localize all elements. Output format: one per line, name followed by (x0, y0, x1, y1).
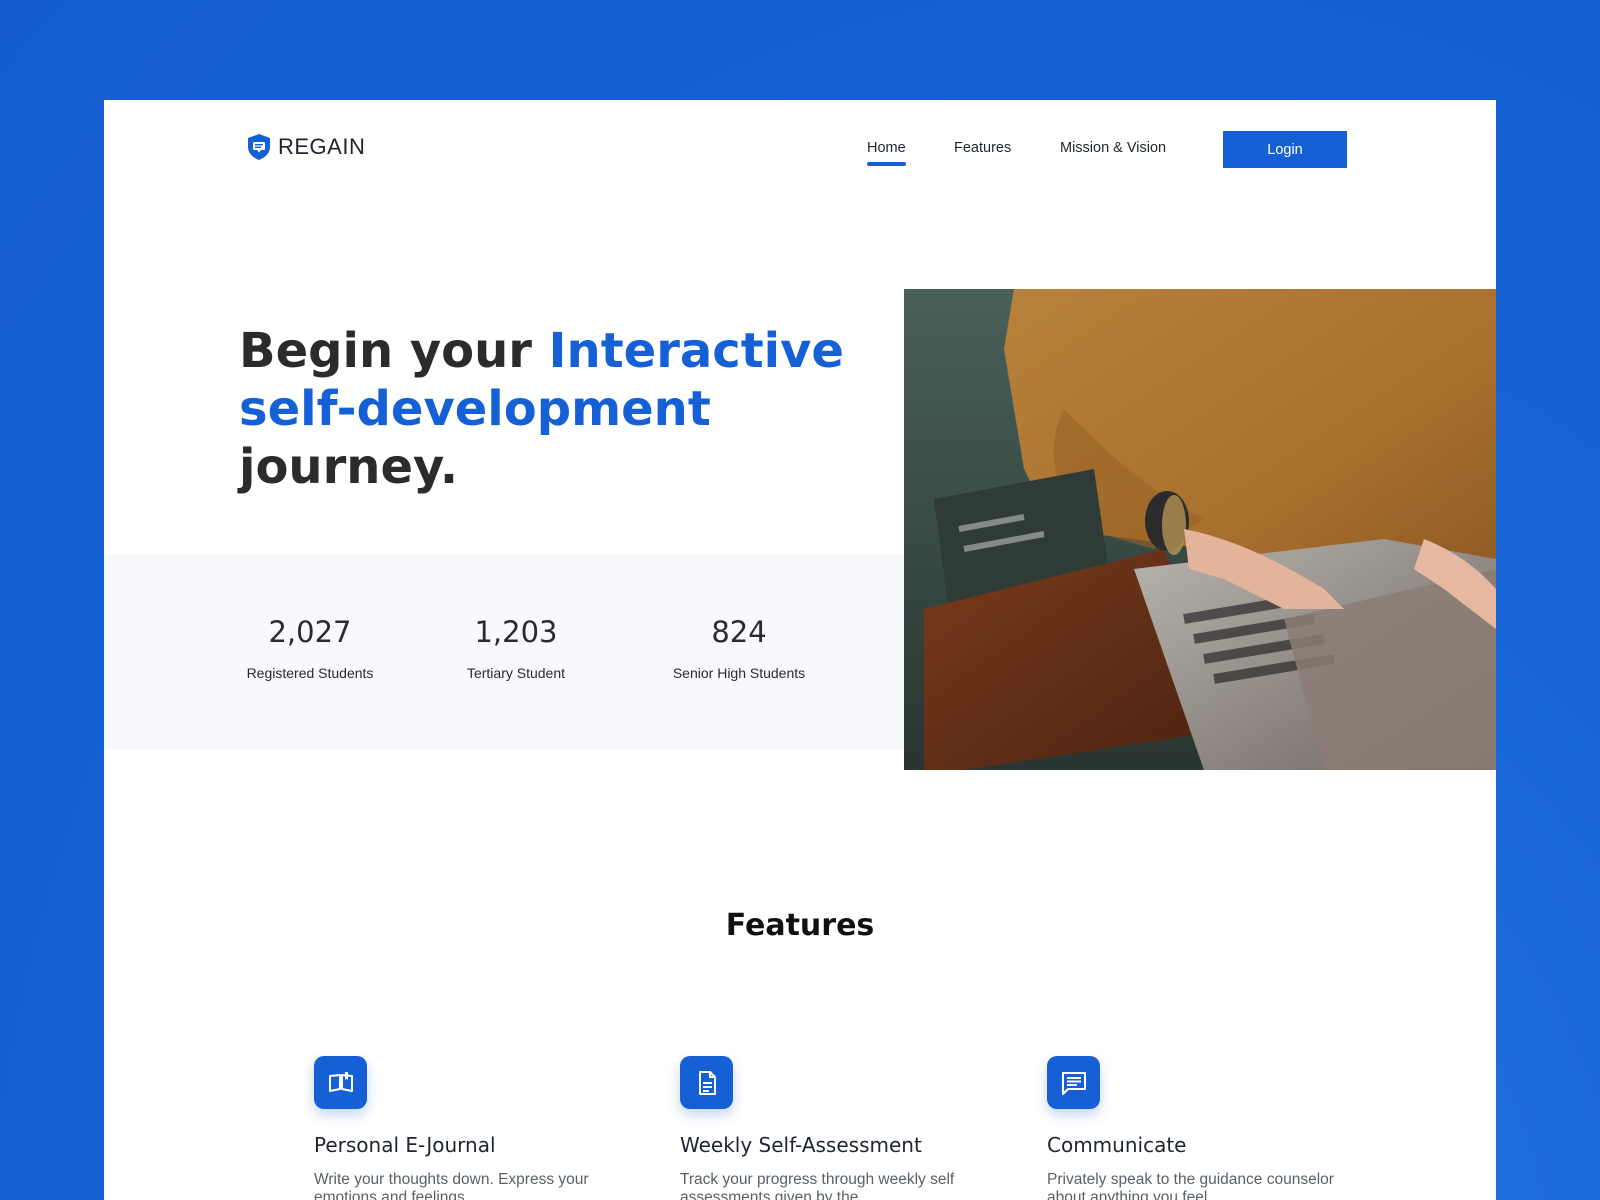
hero-photo (904, 289, 1496, 770)
stat-value: 1,203 (474, 615, 558, 649)
stat-label: Registered Students (246, 665, 374, 681)
feature-card-communicate[interactable]: Communicate Privately speak to the guida… (1047, 1056, 1337, 1200)
brand-logo[interactable]: REGAIN (246, 133, 365, 161)
feature-description: Track your progress through weekly self … (680, 1171, 955, 1200)
book-open-icon (314, 1056, 367, 1109)
stat-label: Tertiary Student (466, 665, 566, 681)
login-button[interactable]: Login (1223, 131, 1347, 168)
hero-title-part2: journey. (239, 439, 459, 495)
brand-name: REGAIN (278, 134, 366, 159)
stat-tertiary-student: 1,203 Tertiary Student (451, 615, 581, 681)
feature-description: Write your thoughts down. Express your e… (314, 1171, 589, 1200)
stat-label: Senior High Students (672, 665, 806, 681)
nav-features[interactable]: Features (954, 140, 1011, 156)
person-laptop-illustration (904, 289, 1496, 770)
chat-icon (1047, 1056, 1100, 1109)
nav-home[interactable]: Home (867, 140, 906, 156)
stat-value: 824 (711, 615, 767, 649)
document-icon (680, 1056, 733, 1109)
stats-band: 2,027 Registered Students 1,203 Tertiary… (104, 555, 904, 749)
feature-card-assessment[interactable]: Weekly Self-Assessment Track your progre… (680, 1056, 970, 1200)
landing-page: REGAIN Home Features Mission & Vision Lo… (104, 100, 1496, 1200)
feature-card-journal[interactable]: Personal E-Journal Write your thoughts d… (314, 1056, 604, 1200)
background: REGAIN Home Features Mission & Vision Lo… (0, 0, 1600, 1200)
stat-senior-high-students: 824 Senior High Students (659, 615, 819, 681)
stat-value: 2,027 (268, 615, 352, 649)
hero-title-part1: Begin your (239, 323, 549, 379)
features-heading: Features (725, 908, 875, 943)
feature-description: Privately speak to the guidance counselo… (1047, 1171, 1334, 1200)
nav-mission-vision[interactable]: Mission & Vision (1060, 140, 1166, 156)
feature-title: Communicate (1047, 1133, 1187, 1157)
feature-title: Personal E-Journal (314, 1133, 496, 1157)
feature-title: Weekly Self-Assessment (680, 1133, 922, 1157)
hero-title: Begin your Interactive self-development … (239, 322, 879, 496)
nav-active-indicator (867, 162, 906, 166)
shield-chat-icon (248, 134, 270, 160)
stat-registered-students: 2,027 Registered Students (235, 615, 385, 681)
